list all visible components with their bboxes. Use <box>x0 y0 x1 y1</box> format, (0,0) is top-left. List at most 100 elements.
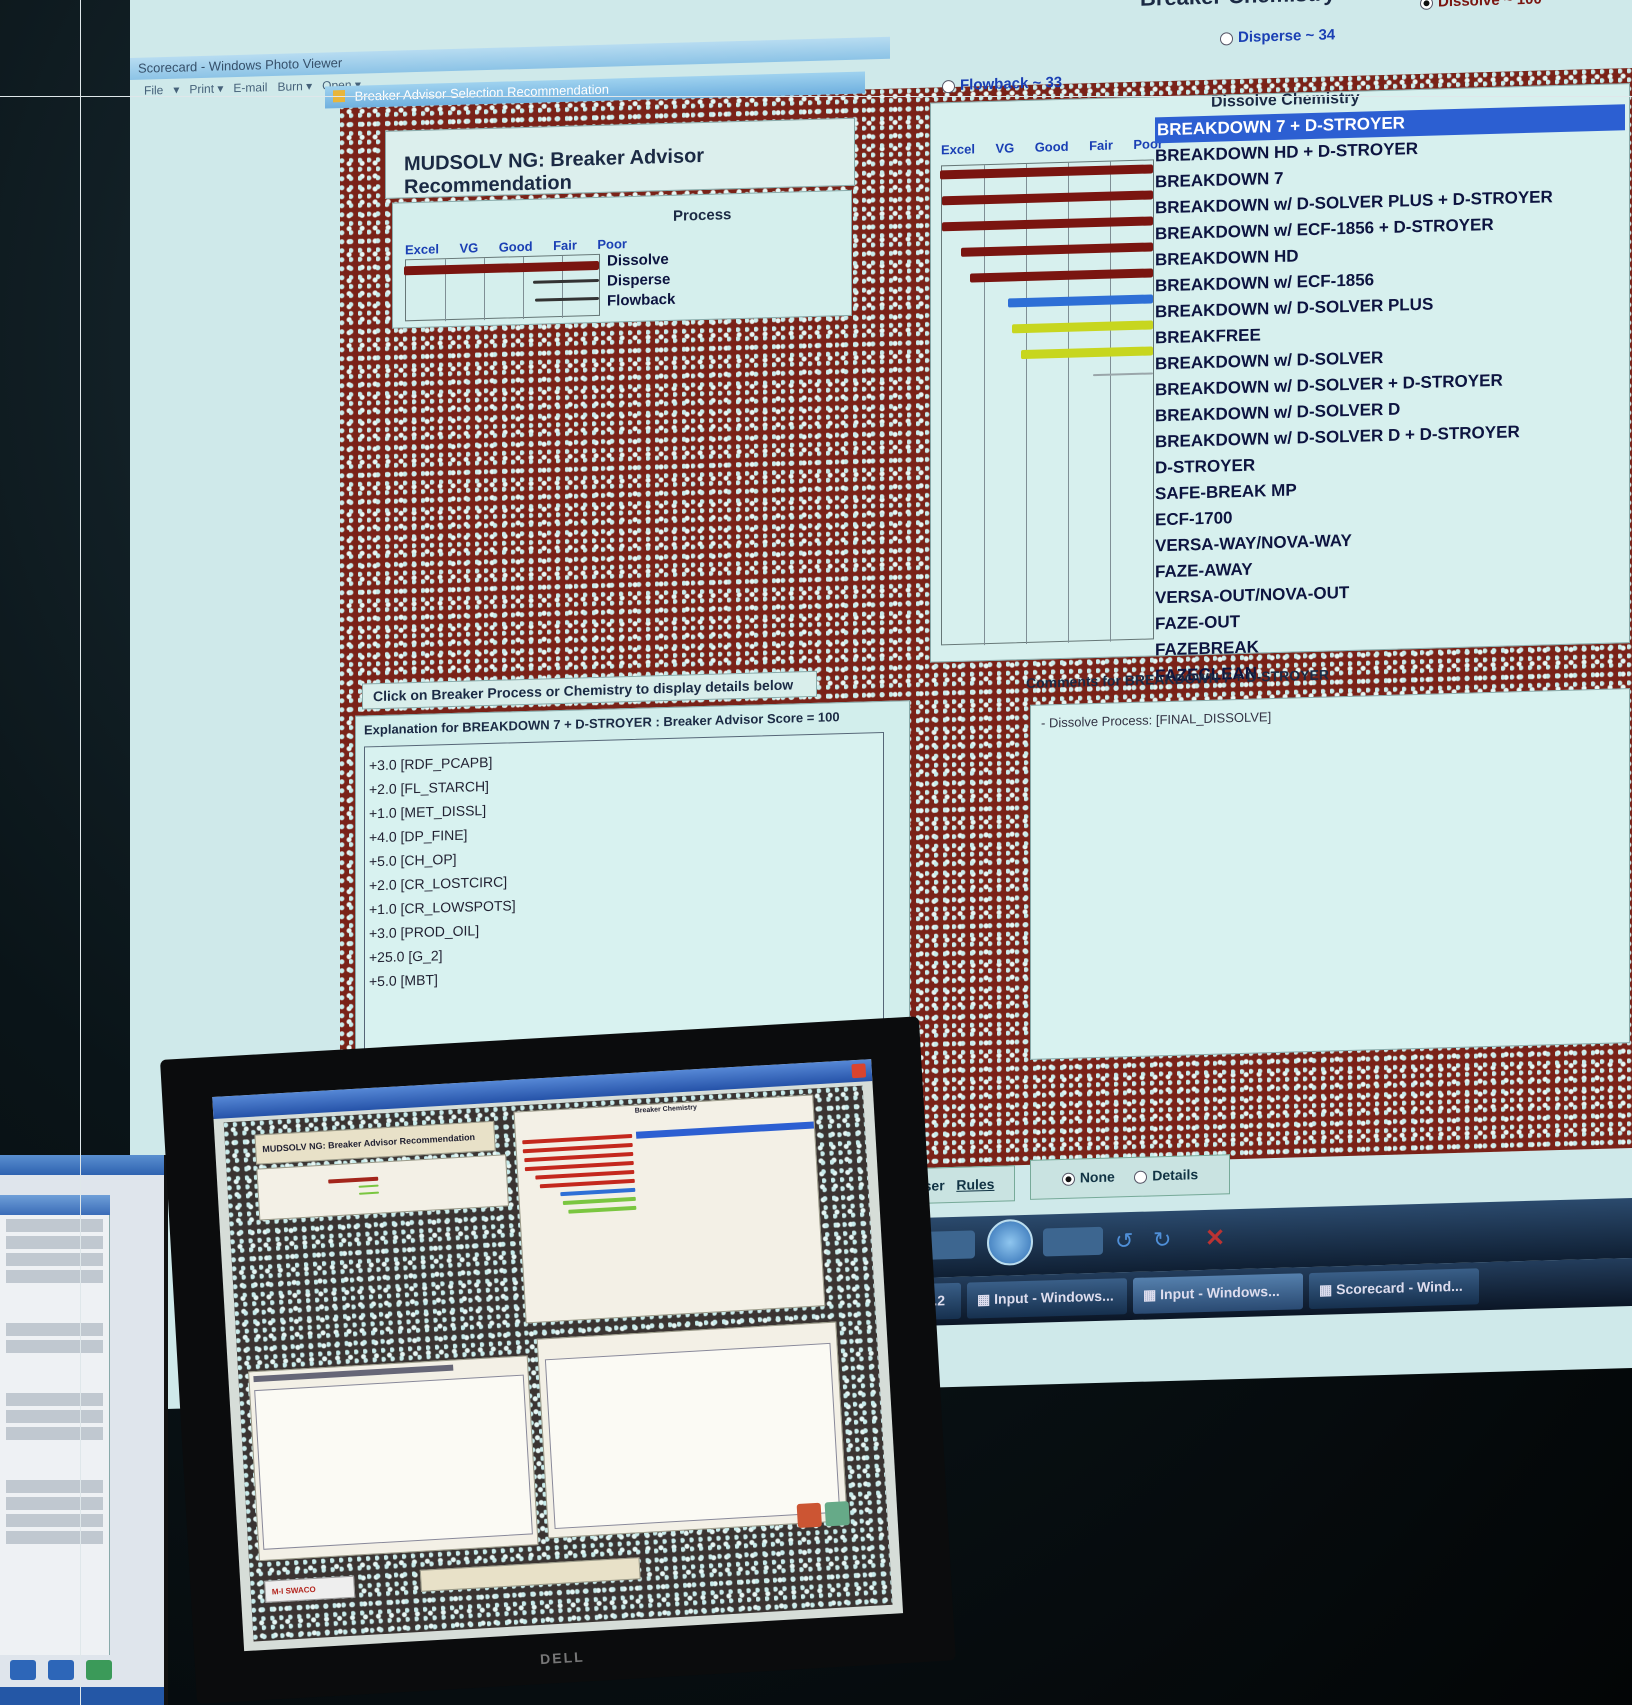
chemistry-bar[interactable] <box>942 190 1153 206</box>
chemistry-bar[interactable] <box>1093 372 1153 377</box>
scale-good: Good <box>498 238 533 255</box>
scale-fair: Fair <box>553 237 577 254</box>
radio-details-circle[interactable] <box>1134 1170 1148 1184</box>
explanation-panel: Explanation for BREAKDOWN 7 + D-STROYER … <box>355 700 910 1076</box>
none-details-group: None Details <box>1030 1154 1230 1200</box>
comments-box[interactable]: - Dissolve Process: [FINAL_DISSOLVE] <box>1030 688 1630 1060</box>
process-title: Process <box>673 206 732 225</box>
monitor-explanation-panel <box>248 1355 539 1562</box>
taskbar-item-input-2-label: Input - Windows... <box>1160 1282 1280 1303</box>
chem-scale-fair: Fair <box>1089 137 1113 154</box>
photo-viewer-title: Scorecard - Windows Photo Viewer <box>138 55 343 76</box>
close-icon[interactable] <box>851 1063 867 1079</box>
taskbar-item-scorecard-label: Scorecard - Wind... <box>1336 1277 1463 1298</box>
photo-scene: Scorecard - Windows Photo Viewer File ▾ … <box>0 0 1632 1705</box>
chemistry-bar-chart <box>940 159 1154 646</box>
radio-none-label[interactable]: None <box>1080 1168 1115 1185</box>
chemistry-bar[interactable] <box>1021 346 1153 360</box>
next-button[interactable] <box>1043 1226 1103 1257</box>
window-icon: ▦ <box>977 1290 995 1308</box>
monitor-brand: DELL <box>539 1648 586 1668</box>
front-monitor: MUDSOLV NG: Breaker Advisor Recommendati… <box>160 1016 956 1704</box>
delete-icon[interactable]: ✕ <box>1205 1223 1225 1253</box>
left-laptop-screen <box>0 1155 168 1705</box>
menu-print[interactable]: Print <box>189 82 214 97</box>
chem-scale-excel: Excel <box>941 141 975 158</box>
chemistry-list: BREAKDOWN 7 + D-STROYER BREAKDOWN HD + D-… <box>1155 104 1625 689</box>
chemistry-panel: Dissolve Chemistry Excel VG Good Fair Po… <box>930 83 1630 685</box>
save-as-icon[interactable] <box>48 1660 74 1680</box>
export-icon[interactable] <box>86 1660 112 1680</box>
monitor-print-icon[interactable] <box>824 1501 850 1527</box>
scale-excel: Excel <box>405 241 439 258</box>
monitor-chem-bars <box>522 1133 642 1320</box>
radio-none-circle[interactable] <box>1061 1172 1075 1186</box>
monitor-chem-bar <box>539 1178 635 1189</box>
chemistry-bar[interactable] <box>1012 320 1153 334</box>
laptop-taskbar <box>0 1687 164 1705</box>
explanation-box[interactable]: +3.0 [RDF_PCAPB] +2.0 [FL_STARCH] +1.0 [ME… <box>364 731 884 1065</box>
monitor-chem-bar <box>524 1151 634 1163</box>
explanation-title: Explanation for BREAKDOWN 7 + D-STROYER … <box>364 709 840 738</box>
rotate-right-icon[interactable]: ↻ <box>1153 1227 1171 1254</box>
chemistry-bar[interactable] <box>1008 294 1153 308</box>
radio-details-label[interactable]: Details <box>1152 1166 1198 1183</box>
chem-scale-good: Good <box>1034 138 1069 155</box>
comments-row: - Dissolve Process: [FINAL_DISSOLVE] <box>1041 709 1272 731</box>
process-panel: Process Excel VG Good Fair Poor Dissolve… <box>392 189 852 329</box>
taskbar-item-input-1[interactable]: ▦ Input - Windows... <box>967 1278 1127 1319</box>
monitor-chem-bar <box>535 1169 635 1180</box>
radio-dissolve-circle[interactable] <box>1420 0 1433 10</box>
slideshow-button[interactable] <box>987 1218 1033 1267</box>
monitor-chem-bar <box>522 1142 633 1154</box>
explanation-row: +5.0 [MBT] <box>369 971 438 990</box>
radio-flowback-label: Flowback ~ 33 <box>960 73 1063 94</box>
save-icon[interactable] <box>10 1660 36 1680</box>
rules-button[interactable]: Rules <box>956 1176 994 1193</box>
taskbar-item-scorecard[interactable]: ▦ Scorecard - Wind... <box>1309 1268 1479 1310</box>
process-bar-chart <box>404 253 600 322</box>
laptop-titlebar <box>0 1155 164 1175</box>
chemistry-list-title: Dissolve Chemistry <box>1211 89 1360 111</box>
monitor-chemistry-title: Breaker Chemistry <box>634 1104 698 1115</box>
explanation-list: +3.0 [RDF_PCAPB] +2.0 [FL_STARCH] +1.0 [ME… <box>369 749 516 993</box>
process-bar-disperse[interactable] <box>533 278 599 284</box>
radio-flowback[interactable]: Flowback ~ 33 <box>942 74 1062 94</box>
process-bar-flowback[interactable] <box>535 296 599 302</box>
radio-flowback-circle[interactable] <box>942 79 955 93</box>
app-heading: MUDSOLV NG: Breaker Advisor Recommendati… <box>404 144 705 199</box>
process-item-flowback[interactable]: Flowback <box>607 290 675 312</box>
monitor-chem-bar <box>562 1196 636 1206</box>
monitor-chemistry-panel: Breaker Chemistry <box>513 1094 826 1324</box>
menu-burn[interactable]: Burn <box>277 79 302 94</box>
monitor-chem-bar <box>560 1187 636 1197</box>
monitor-chem-bar <box>568 1205 637 1214</box>
chemistry-bar[interactable] <box>940 164 1153 180</box>
radio-dissolve[interactable]: Dissolve ~ 100 <box>1420 0 1542 11</box>
radio-disperse-circle[interactable] <box>1220 31 1233 46</box>
explanation-row: +1.0 [CR_LOWSPOTS] <box>369 897 516 918</box>
scale-vg: VG <box>459 240 479 256</box>
monitor-exit-icon[interactable] <box>796 1502 822 1529</box>
menu-email[interactable]: E-mail <box>233 80 267 95</box>
crop-guide-vertical <box>80 0 81 1705</box>
chem-scale-vg: VG <box>995 140 1015 156</box>
process-item-disperse[interactable]: Disperse <box>607 270 675 292</box>
chemistry-bar[interactable] <box>970 268 1153 283</box>
process-bar-dissolve[interactable] <box>404 260 599 276</box>
chemistry-bar[interactable] <box>942 216 1153 232</box>
monitor-chem-bar <box>524 1160 634 1172</box>
chemistry-bar[interactable] <box>961 242 1153 257</box>
chemistry-title: Breaker Chemistry <box>1140 0 1336 12</box>
laptop-dialog-titlebar <box>0 1195 110 1215</box>
chemistry-scale-header: Excel VG Good Fair Poor <box>941 135 1179 160</box>
app-title: Breaker Advisor Selection Recommendation <box>354 81 609 104</box>
radio-disperse[interactable]: Disperse ~ 34 <box>1220 26 1335 46</box>
rotate-left-icon[interactable]: ↺ <box>1115 1228 1133 1255</box>
taskbar-item-input-2[interactable]: ▦ Input - Windows... <box>1133 1273 1303 1314</box>
monitor-screen: MUDSOLV NG: Breaker Advisor Recommendati… <box>212 1059 904 1652</box>
process-item-dissolve[interactable]: Dissolve <box>607 250 675 272</box>
radio-disperse-label: Disperse ~ 34 <box>1238 26 1336 47</box>
monitor-chem-bar <box>522 1133 633 1145</box>
window-icon: ▦ <box>1143 1286 1161 1303</box>
